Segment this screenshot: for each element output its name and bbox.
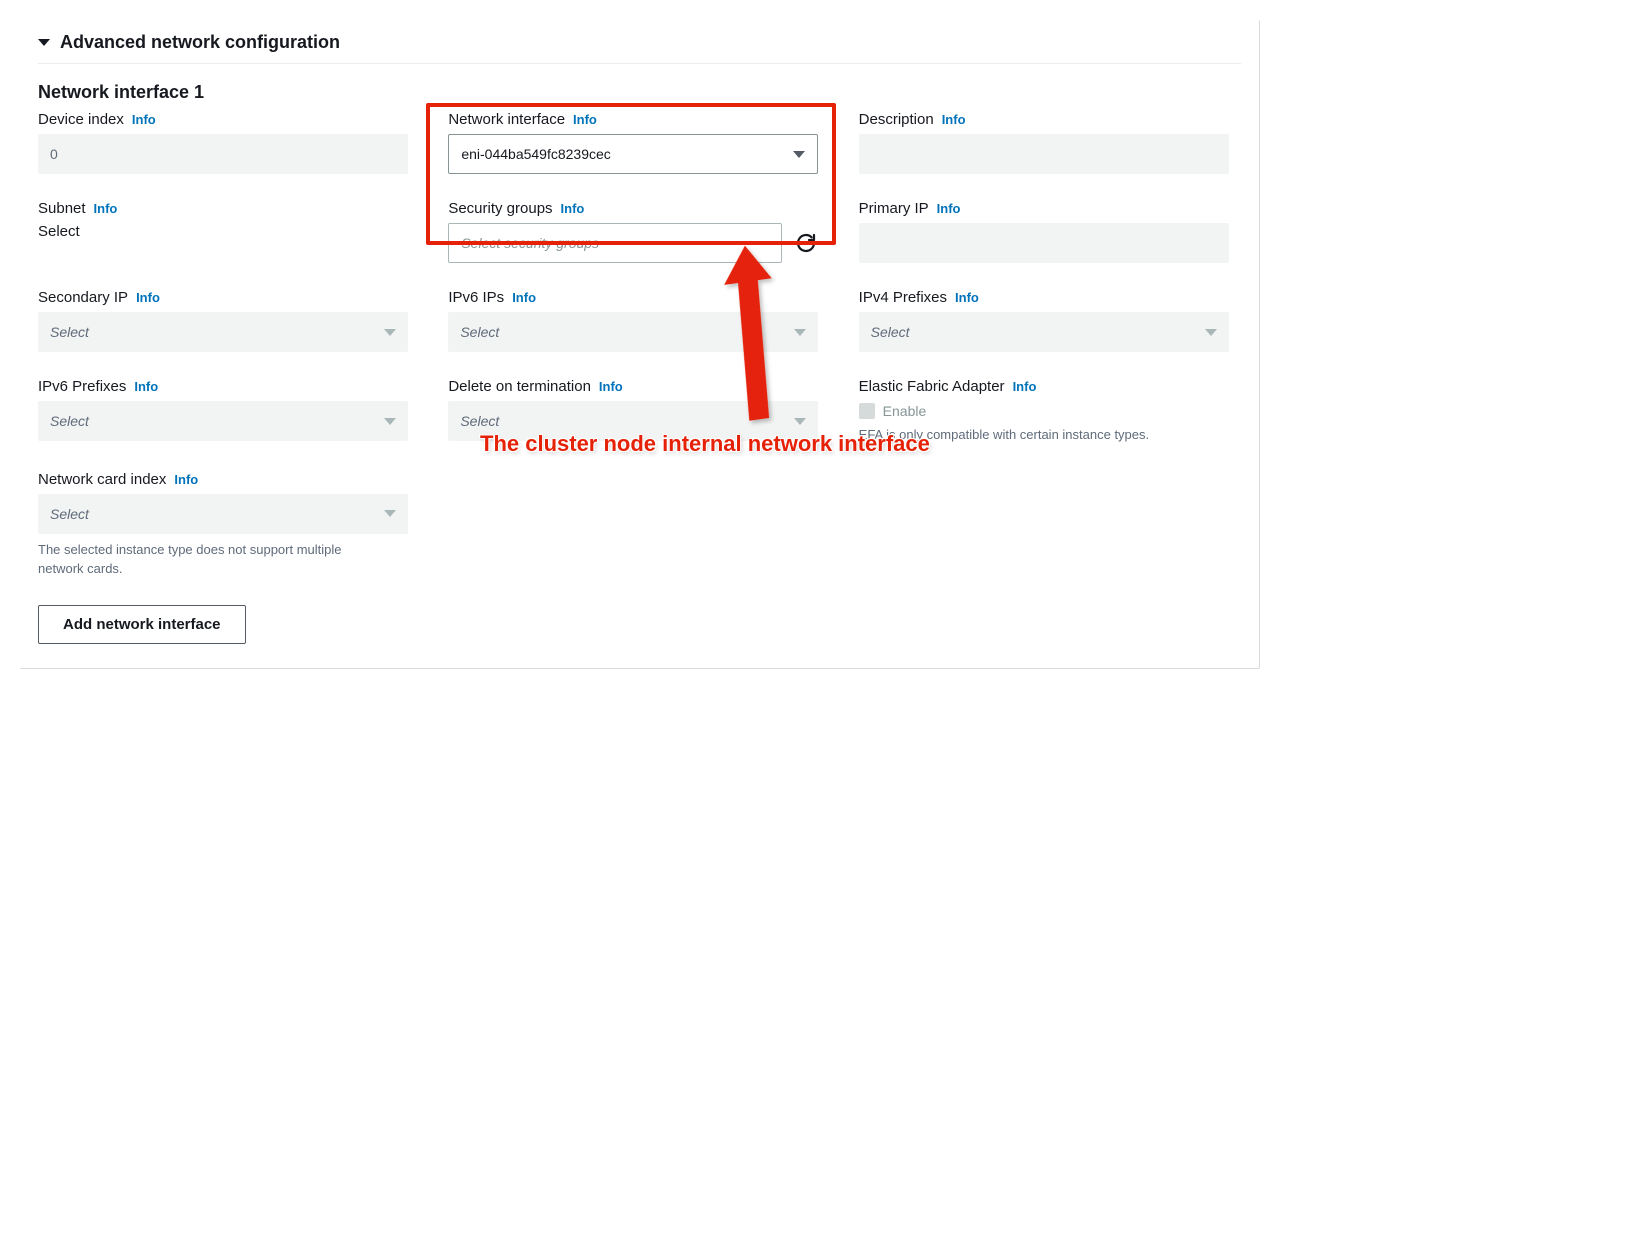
label: Primary IP	[859, 200, 929, 217]
network-interface-select[interactable]: eni-044ba549fc8239cec	[448, 134, 818, 174]
ipv6-ips-select[interactable]: Select	[448, 312, 818, 352]
label: Delete on termination	[448, 378, 591, 395]
info-link[interactable]: Info	[512, 290, 536, 305]
caret-down-icon	[38, 39, 50, 46]
ipv4-prefixes-select[interactable]: Select	[859, 312, 1229, 352]
info-link[interactable]: Info	[573, 112, 597, 127]
delete-on-termination-select[interactable]: Select	[448, 401, 818, 441]
label: IPv4 Prefixes	[859, 289, 947, 306]
field-security-groups: Security groups Info Select security gro…	[448, 200, 818, 263]
efa-enable-checkbox[interactable]	[859, 403, 875, 419]
panel-title: Advanced network configuration	[60, 32, 340, 53]
advanced-network-panel: Advanced network configuration Network i…	[20, 20, 1260, 669]
label: Elastic Fabric Adapter	[859, 378, 1005, 395]
primary-ip-input	[859, 223, 1229, 263]
info-link[interactable]: Info	[599, 379, 623, 394]
chevron-down-icon	[794, 418, 806, 425]
info-link[interactable]: Info	[942, 112, 966, 127]
label: Subnet	[38, 200, 86, 217]
info-link[interactable]: Info	[134, 379, 158, 394]
refresh-icon[interactable]	[794, 231, 818, 255]
info-link[interactable]: Info	[174, 472, 198, 487]
add-network-interface-button[interactable]: Add network interface	[38, 605, 246, 644]
field-efa: Elastic Fabric Adapter Info Enable EFA i…	[859, 378, 1229, 445]
info-link[interactable]: Info	[1013, 379, 1037, 394]
subnet-value: Select	[38, 223, 408, 240]
efa-enable-label: Enable	[883, 403, 927, 419]
secondary-ip-select[interactable]: Select	[38, 312, 408, 352]
label: Network interface	[448, 111, 565, 128]
field-network-card-index: Network card index Info Select The selec…	[38, 471, 408, 579]
device-index-input: 0	[38, 134, 408, 174]
chevron-down-icon	[384, 510, 396, 517]
info-link[interactable]: Info	[136, 290, 160, 305]
label: Description	[859, 111, 934, 128]
label: Device index	[38, 111, 124, 128]
chevron-down-icon	[384, 418, 396, 425]
field-primary-ip: Primary IP Info	[859, 200, 1229, 263]
chevron-down-icon	[794, 329, 806, 336]
chevron-down-icon	[1205, 329, 1217, 336]
ipv6-prefixes-select[interactable]: Select	[38, 401, 408, 441]
field-ipv4-prefixes: IPv4 Prefixes Info Select	[859, 289, 1229, 352]
label: IPv6 Prefixes	[38, 378, 126, 395]
field-ipv6-prefixes: IPv6 Prefixes Info Select	[38, 378, 408, 441]
field-ipv6-ips: IPv6 IPs Info Select	[448, 289, 818, 352]
info-link[interactable]: Info	[94, 201, 118, 216]
info-link[interactable]: Info	[132, 112, 156, 127]
section-title: Network interface 1	[38, 82, 1241, 103]
field-subnet: Subnet Info Select	[38, 200, 408, 240]
field-network-interface: Network interface Info eni-044ba549fc823…	[448, 111, 818, 174]
label: IPv6 IPs	[448, 289, 504, 306]
label: Secondary IP	[38, 289, 128, 306]
field-delete-on-termination: Delete on termination Info Select	[448, 378, 818, 441]
chevron-down-icon	[793, 151, 805, 158]
efa-help-text: EFA is only compatible with certain inst…	[859, 425, 1179, 445]
info-link[interactable]: Info	[561, 201, 585, 216]
field-description: Description Info	[859, 111, 1229, 174]
info-link[interactable]: Info	[937, 201, 961, 216]
label: Network card index	[38, 471, 166, 488]
security-groups-select[interactable]: Select security groups	[448, 223, 782, 263]
label: Security groups	[448, 200, 552, 217]
field-device-index: Device index Info 0	[38, 111, 408, 174]
description-input	[859, 134, 1229, 174]
field-secondary-ip: Secondary IP Info Select	[38, 289, 408, 352]
chevron-down-icon	[384, 329, 396, 336]
net-card-help-text: The selected instance type does not supp…	[38, 540, 358, 579]
info-link[interactable]: Info	[955, 290, 979, 305]
network-card-index-select[interactable]: Select	[38, 494, 408, 534]
panel-header[interactable]: Advanced network configuration	[38, 20, 1241, 64]
